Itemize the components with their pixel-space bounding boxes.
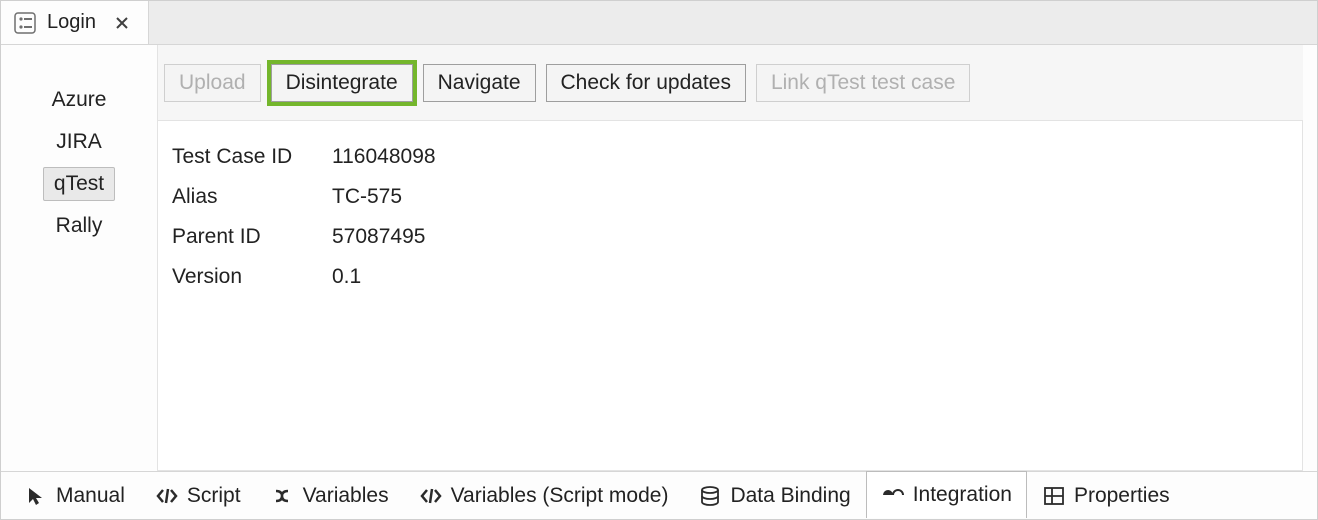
database-icon	[698, 484, 722, 508]
label-test-case-id: Test Case ID	[172, 137, 332, 177]
disintegrate-button[interactable]: Disintegrate	[271, 64, 413, 102]
navigate-button[interactable]: Navigate	[423, 64, 536, 102]
body: Azure JIRA qTest Rally Upload Disintegra…	[1, 45, 1317, 471]
cursor-icon	[24, 484, 48, 508]
tab-label: Data Binding	[730, 484, 850, 508]
value-version: 0.1	[332, 257, 361, 297]
tab-variables-script[interactable]: Variables (Script mode)	[404, 472, 684, 519]
value-test-case-id: 116048098	[332, 137, 436, 177]
tab-label: Script	[187, 484, 241, 508]
test-case-icon	[13, 11, 37, 35]
label-parent-id: Parent ID	[172, 217, 332, 257]
sidebar-item-rally[interactable]: Rally	[44, 209, 114, 243]
tab-variables[interactable]: Variables	[256, 472, 404, 519]
close-icon[interactable]	[112, 13, 132, 33]
variable-icon	[271, 484, 295, 508]
app-window: Login Azure JIRA qTest Rally Upload Disi…	[0, 0, 1318, 520]
sidebar-item-qtest[interactable]: qTest	[43, 167, 115, 201]
sidebar-item-azure[interactable]: Azure	[41, 83, 118, 117]
tab-manual[interactable]: Manual	[9, 472, 140, 519]
check-updates-button[interactable]: Check for updates	[546, 64, 746, 102]
tab-script[interactable]: Script	[140, 472, 256, 519]
integration-toolbar: Upload Disintegrate Navigate Check for u…	[157, 45, 1303, 121]
integration-sidebar: Azure JIRA qTest Rally	[1, 45, 157, 471]
row-alias: Alias TC-575	[172, 177, 1288, 217]
tab-label: Integration	[913, 483, 1012, 507]
tab-label: Manual	[56, 484, 125, 508]
row-version: Version 0.1	[172, 257, 1288, 297]
upload-button: Upload	[164, 64, 261, 102]
tab-properties[interactable]: Properties	[1027, 472, 1185, 519]
top-tab-login[interactable]: Login	[1, 1, 149, 44]
tab-integration[interactable]: Integration	[866, 471, 1027, 518]
sidebar-item-jira[interactable]: JIRA	[44, 125, 114, 159]
value-parent-id: 57087495	[332, 217, 425, 257]
top-tab-bar: Login	[1, 1, 1317, 45]
integration-icon	[881, 483, 905, 507]
top-tab-label: Login	[47, 11, 96, 34]
tab-label: Properties	[1074, 484, 1170, 508]
row-test-case-id: Test Case ID 116048098	[172, 137, 1288, 177]
label-version: Version	[172, 257, 332, 297]
main-area: Upload Disintegrate Navigate Check for u…	[157, 45, 1317, 471]
label-alias: Alias	[172, 177, 332, 217]
bottom-tab-bar: Manual Script Variables Variables (Scrip…	[1, 471, 1317, 519]
value-alias: TC-575	[332, 177, 402, 217]
tab-data-binding[interactable]: Data Binding	[683, 472, 865, 519]
tab-label: Variables (Script mode)	[451, 484, 669, 508]
tab-label: Variables	[303, 484, 389, 508]
link-qtest-button: Link qTest test case	[756, 64, 970, 102]
details-panel: Test Case ID 116048098 Alias TC-575 Pare…	[157, 121, 1303, 471]
grid-icon	[1042, 484, 1066, 508]
code-icon	[155, 484, 179, 508]
row-parent-id: Parent ID 57087495	[172, 217, 1288, 257]
code-icon	[419, 484, 443, 508]
